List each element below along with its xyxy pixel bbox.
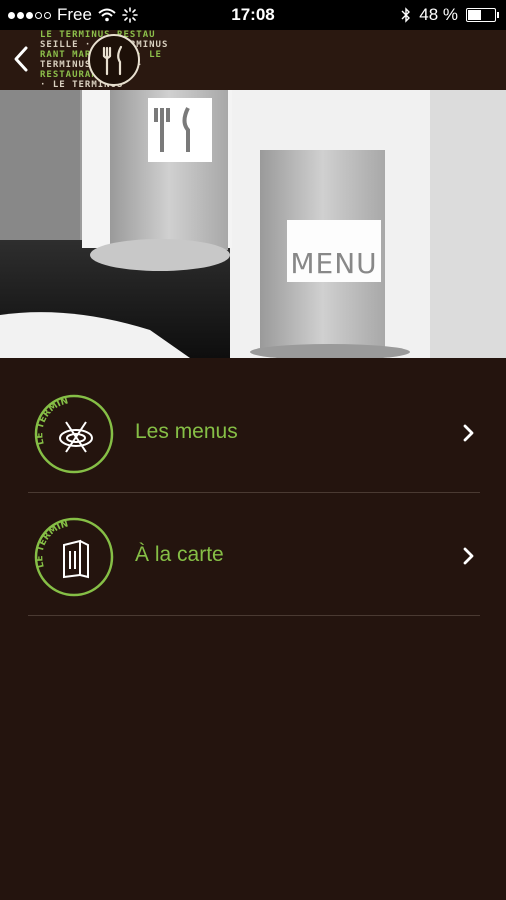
status-bar: Free 17:08 48 % <box>0 0 506 30</box>
status-right: 48 % <box>401 5 499 25</box>
battery-icon <box>466 8 499 22</box>
a-la-carte-label: À la carte <box>135 543 224 566</box>
fork-knife-logo-icon <box>88 34 140 86</box>
nav-bar: LE TERMINUS RESTAUSEILLE · LE TERMINUSRA… <box>0 30 506 90</box>
list-item-a-la-carte[interactable]: LE TERMINUS À la carte <box>0 493 506 616</box>
chevron-right-icon <box>463 424 474 442</box>
svg-text:LE TERMINUS: LE TERMINUS <box>32 392 69 446</box>
battery-fill <box>468 10 482 20</box>
hero-photo: MENU <box>0 90 506 358</box>
chevron-left-icon <box>14 46 28 72</box>
menu-list: LE TERMINUS Les menus LE TERMINUS <box>0 370 506 616</box>
back-button[interactable] <box>8 42 34 76</box>
divider <box>28 615 480 616</box>
menu-sign-text: MENU <box>290 247 377 280</box>
les-menus-badge-icon: LE TERMINUS <box>32 392 114 474</box>
list-item-les-menus[interactable]: LE TERMINUS Les menus <box>0 370 506 493</box>
battery-percent: 48 % <box>419 5 458 24</box>
a-la-carte-badge-icon: LE TERMINUS <box>32 515 114 597</box>
les-menus-label: Les menus <box>135 420 238 443</box>
bluetooth-icon <box>401 7 411 23</box>
chevron-right-icon <box>463 547 474 565</box>
